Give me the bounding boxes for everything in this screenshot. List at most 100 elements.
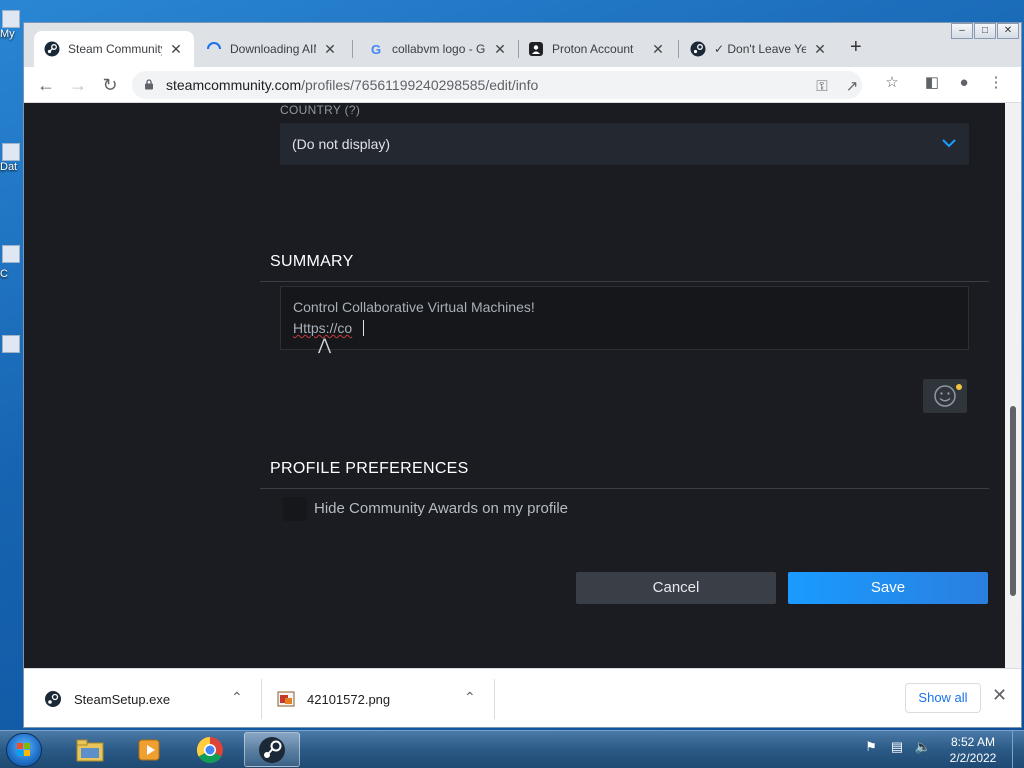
tab-close-icon[interactable]: ✕ (168, 41, 184, 58)
tab-dont-leave-yet[interactable]: ✓ Don't Leave Yet ✕ (680, 31, 838, 67)
media-player-icon (138, 739, 160, 760)
browser-toolbar: ← → ↻ steamcommunity.com/profiles/765611… (24, 67, 1021, 103)
action-center-flag-icon[interactable]: ⚑ (862, 739, 880, 757)
taskbar-media-player[interactable] (122, 732, 178, 767)
side-panel-icon[interactable]: ◧ (922, 73, 942, 93)
steam-icon (259, 736, 285, 763)
image-file-icon (277, 691, 295, 707)
desktop-icon-label: My (0, 28, 15, 40)
tab-strip: Steam Community ✕ Downloading AIM ✕ G co… (24, 23, 1021, 67)
text-caret (363, 320, 364, 336)
page-scrollbar[interactable] (1005, 103, 1021, 668)
tab-close-icon[interactable]: ✕ (322, 41, 338, 58)
download-separator (261, 679, 262, 719)
ibeam-cursor-icon: ⋀ (318, 337, 332, 354)
steam-edit-profile-page: COUNTRY (?) (Do not display) SUMMARY Con… (24, 103, 1005, 668)
chrome-window: Steam Community ✕ Downloading AIM ✕ G co… (23, 22, 1022, 728)
window-controls: – □ ✕ (950, 23, 1019, 39)
tab-proton-account[interactable]: Proton Account ✕ (518, 31, 676, 67)
share-icon[interactable]: ↗ (842, 77, 862, 97)
taskbar-explorer[interactable] (62, 732, 118, 767)
taskbar-clock[interactable]: 8:52 AM 2/2/2022 (940, 734, 1006, 766)
folder-icon (76, 739, 104, 761)
divider (260, 281, 989, 282)
network-icon[interactable]: ▤ (888, 739, 906, 757)
tab-title: Steam Community (68, 42, 162, 56)
notification-dot (956, 384, 962, 390)
chevron-up-icon[interactable]: ⌃ (464, 689, 476, 706)
windows-taskbar: ⚑ ▤ 🔈 8:52 AM 2/2/2022 (0, 730, 1024, 768)
taskbar-steam[interactable] (244, 732, 300, 767)
show-all-button[interactable]: Show all (905, 683, 981, 713)
close-icon[interactable]: ✕ (992, 685, 1007, 706)
tab-title: ✓ Don't Leave Yet (714, 42, 806, 56)
chrome-icon (196, 736, 223, 763)
maximize-button[interactable]: □ (974, 23, 996, 39)
desktop-icon-my-computer[interactable]: My (0, 10, 22, 40)
cancel-button[interactable]: Cancel (576, 572, 776, 604)
url-path: /profiles/76561199240298585/edit/info (301, 77, 539, 93)
menu-kebab-icon[interactable]: ⋮ (986, 73, 1006, 93)
minimize-button[interactable]: – (951, 23, 973, 39)
save-button[interactable]: Save (788, 572, 988, 604)
country-select-value: (Do not display) (292, 136, 391, 152)
download-item-png[interactable]: 42101572.png (277, 669, 477, 727)
file-icon (2, 335, 20, 353)
url-domain: steamcommunity.com (166, 77, 302, 93)
forward-button[interactable]: → (66, 73, 90, 97)
url-text: steamcommunity.com/profiles/765611992402… (166, 77, 538, 93)
reload-button[interactable]: ↻ (98, 73, 122, 97)
show-desktop-button[interactable] (1012, 731, 1024, 768)
address-bar[interactable]: steamcommunity.com/profiles/765611992402… (132, 71, 862, 99)
download-item-steamsetup[interactable]: SteamSetup.exe (44, 669, 244, 727)
hide-awards-checkbox[interactable] (283, 497, 307, 521)
google-icon: G (370, 41, 382, 57)
tab-title: Proton Account (552, 42, 634, 56)
document-icon (2, 143, 20, 161)
desktop-icon-c: C (0, 268, 22, 280)
close-window-button[interactable]: ✕ (997, 23, 1019, 39)
tab-title: collabvm logo - G (392, 42, 486, 56)
back-button[interactable]: ← (34, 73, 58, 97)
windows-logo-icon (17, 743, 30, 756)
lock-icon (145, 79, 153, 90)
key-icon[interactable]: ⚿ (812, 77, 832, 97)
download-filename: 42101572.png (307, 691, 391, 707)
proton-icon (528, 41, 544, 57)
scrollbar-thumb[interactable] (1010, 406, 1016, 596)
tab-close-icon[interactable]: ✕ (812, 41, 828, 58)
tab-steam-community[interactable]: Steam Community ✕ (34, 31, 194, 67)
new-tab-button[interactable]: + (850, 37, 862, 57)
clock-time: 8:52 AM (950, 735, 996, 749)
tab-downloading-aim[interactable]: Downloading AIM ✕ (196, 31, 348, 67)
volume-icon[interactable]: 🔈 (914, 739, 932, 757)
hide-awards-label[interactable]: Hide Community Awards on my profile (314, 500, 568, 517)
desktop-icon-data[interactable]: Dat (0, 143, 22, 173)
tab-close-icon[interactable]: ✕ (650, 41, 666, 58)
tab-separator (352, 40, 353, 58)
country-select[interactable]: (Do not display) (280, 123, 969, 165)
emoticon-button[interactable] (923, 379, 967, 413)
summary-line-2: Https://co (293, 320, 353, 336)
desktop-icon-5[interactable] (0, 335, 22, 353)
summary-line-1: Control Collaborative Virtual Machines! (293, 299, 535, 315)
taskbar-chrome[interactable] (182, 732, 238, 767)
desktop-icon-3[interactable] (0, 245, 22, 263)
start-button[interactable] (6, 733, 42, 767)
download-filename: SteamSetup.exe (74, 691, 171, 707)
profile-preferences-heading: PROFILE PREFERENCES (270, 460, 469, 477)
summary-textarea[interactable]: Control Collaborative Virtual Machines! … (280, 286, 969, 350)
country-label: COUNTRY (?) (280, 103, 361, 117)
profile-avatar-icon[interactable]: ● (954, 73, 974, 93)
tab-close-icon[interactable]: ✕ (492, 41, 508, 58)
steam-file-icon (45, 691, 61, 707)
computer-icon (2, 10, 20, 28)
summary-heading: SUMMARY (270, 253, 354, 270)
download-separator (494, 679, 495, 719)
bookmark-star-icon[interactable]: ☆ (882, 73, 902, 93)
chevron-up-icon[interactable]: ⌃ (231, 689, 243, 706)
file-icon (2, 245, 20, 263)
tab-collabvm-logo[interactable]: G collabvm logo - G ✕ (358, 31, 518, 67)
divider (260, 488, 989, 489)
downloads-bar: SteamSetup.exe ⌃ 42101572.png ⌃ Show all… (24, 668, 1021, 727)
